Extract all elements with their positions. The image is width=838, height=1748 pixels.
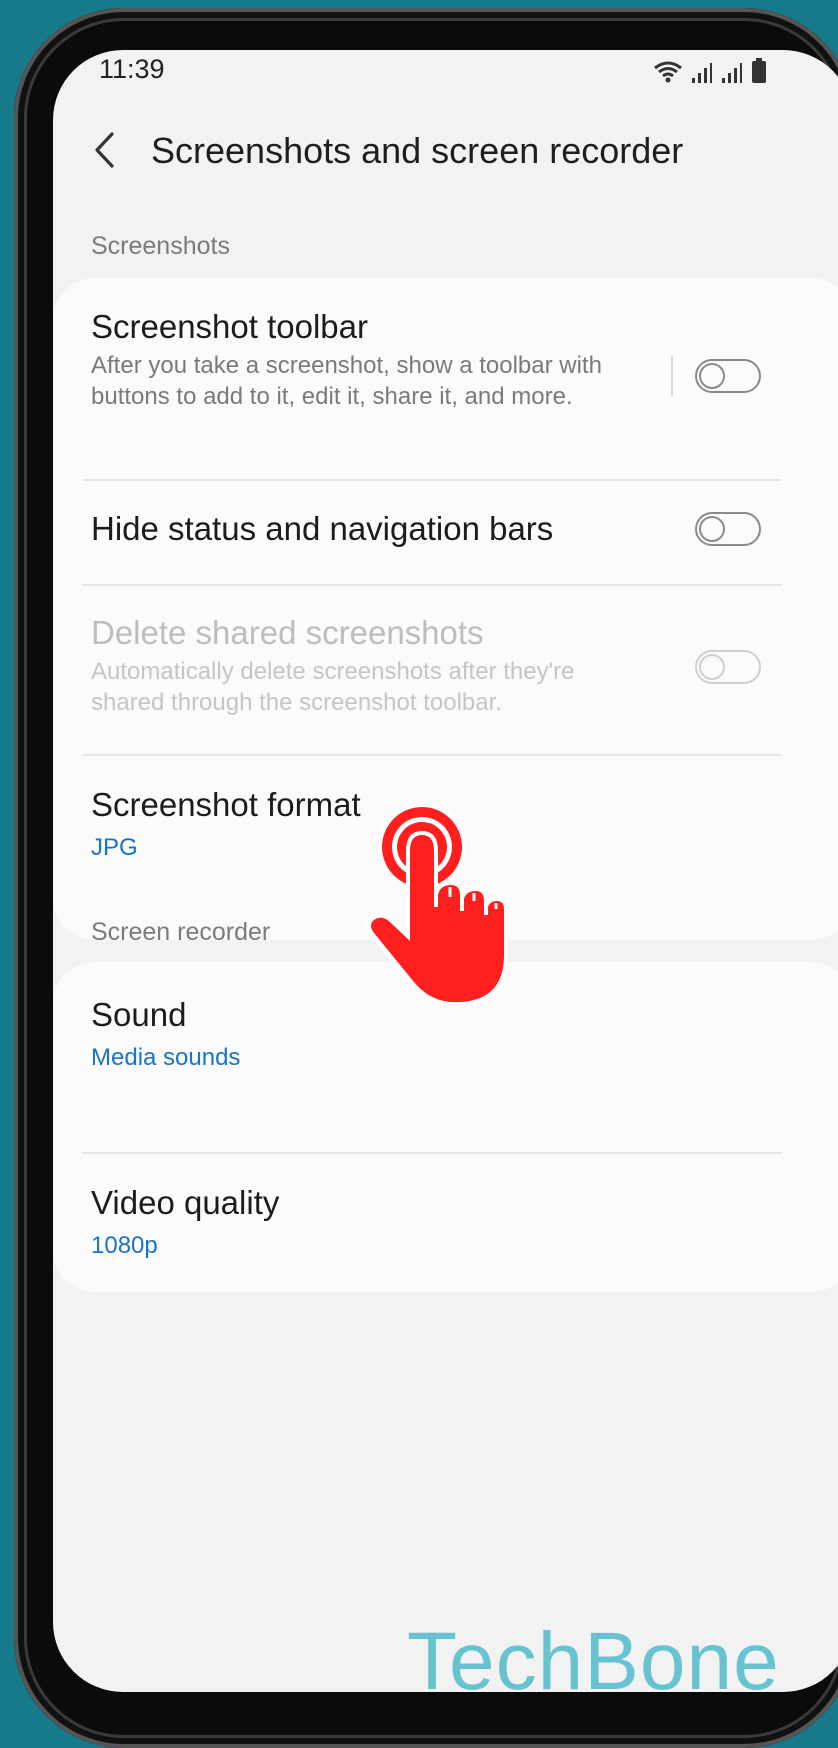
section-header-screenshots: Screenshots (91, 232, 230, 260)
setting-video-quality[interactable]: Video quality 1080p (91, 1184, 821, 1260)
back-button[interactable] (83, 128, 127, 172)
toggle-separator (671, 356, 673, 396)
setting-description: Automatically delete screenshots after t… (91, 658, 575, 716)
divider (83, 479, 781, 481)
setting-value: Media sounds (91, 1044, 241, 1071)
setting-value: 1080p (91, 1232, 158, 1259)
battery-icon (751, 58, 767, 84)
setting-title: Screenshot toolbar (91, 308, 369, 345)
delete-shared-screenshots-toggle (695, 650, 761, 684)
setting-title: Delete shared screenshots (91, 614, 484, 651)
divider (83, 754, 781, 756)
signal-icon (721, 62, 743, 84)
watermark-text: TechBone (407, 1616, 780, 1692)
toggle-knob (699, 516, 725, 542)
section-header-screen-recorder: Screen recorder (91, 918, 271, 946)
page-title: Screenshots and screen recorder (151, 130, 684, 171)
divider (83, 584, 781, 586)
setting-title: Video quality (91, 1184, 280, 1221)
hide-status-bars-toggle[interactable] (695, 512, 761, 546)
setting-description: After you take a screenshot, show a tool… (91, 352, 602, 410)
tap-hand-icon (366, 803, 508, 1008)
chevron-left-icon (95, 132, 114, 168)
divider (83, 1152, 781, 1154)
wifi-icon (653, 60, 683, 84)
toggle-knob (699, 363, 725, 389)
toggle-knob (699, 654, 725, 680)
screen-recorder-card: Sound Media sounds Video quality 1080p (53, 962, 838, 1292)
screenshot-toolbar-toggle[interactable] (695, 359, 761, 393)
status-icons (653, 56, 767, 84)
app-bar: Screenshots and screen recorder (53, 110, 838, 190)
signal-icon (691, 62, 713, 84)
status-time: 11:39 (99, 54, 165, 84)
